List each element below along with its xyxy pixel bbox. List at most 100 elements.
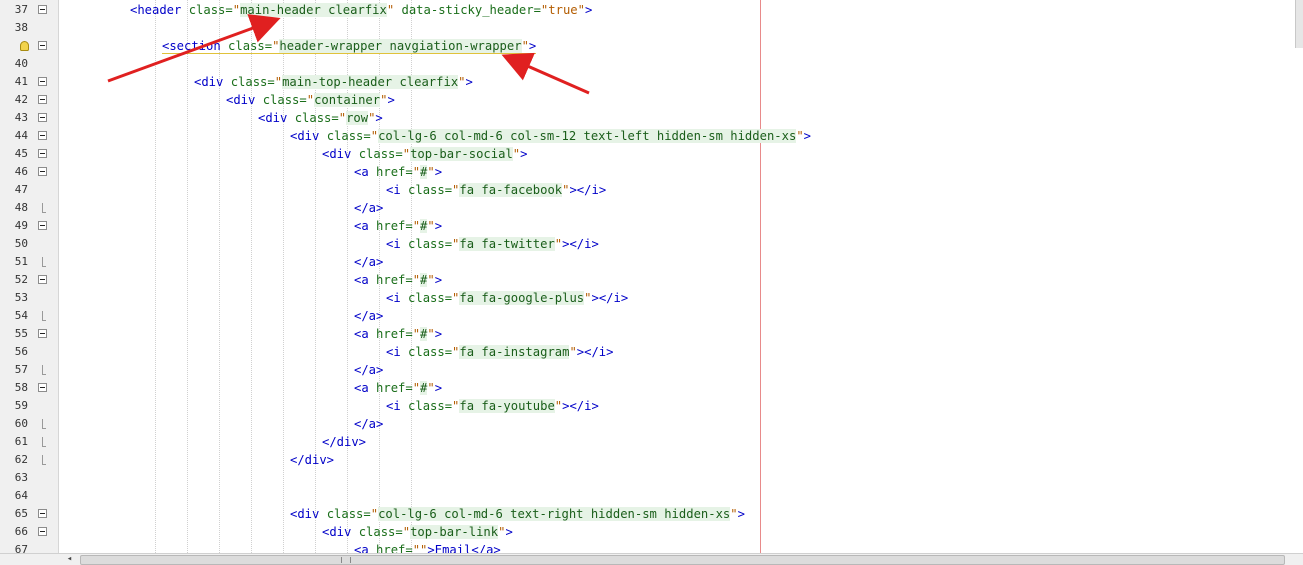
code-line[interactable]: </a>	[354, 415, 383, 433]
code-line[interactable]: <div class="row">	[258, 109, 383, 127]
attribute-token: class=	[408, 399, 453, 413]
line-number: 54	[14, 309, 28, 322]
code-line[interactable]: <section class="header-wrapper navgiatio…	[162, 37, 537, 55]
attribute-token: class=	[358, 525, 403, 539]
code-line[interactable]: <a href="#">	[354, 217, 442, 235]
horizontal-scrollbar[interactable]: ◂	[0, 553, 1303, 565]
gutter-row: 46	[0, 163, 58, 181]
vertical-scrollbar[interactable]	[1295, 0, 1303, 48]
line-number: 55	[14, 327, 28, 340]
code-line[interactable]: <header class="main-header clearfix" dat…	[130, 1, 592, 19]
fold-collapse-icon[interactable]	[38, 167, 47, 176]
code-line[interactable]: <div class="top-bar-social">	[322, 145, 527, 163]
code-line[interactable]: <a href="#">	[354, 271, 442, 289]
tag-token: >	[584, 3, 593, 17]
fold-collapse-icon[interactable]	[38, 275, 47, 284]
tag-token: <div	[322, 147, 359, 161]
gutter-row: 65	[0, 505, 58, 523]
lightbulb-hint-icon[interactable]	[20, 41, 29, 51]
fold-collapse-icon[interactable]	[38, 131, 47, 140]
tag-token: >	[434, 273, 443, 287]
code-line[interactable]: <a href="#">	[354, 379, 442, 397]
gutter-row: 53	[0, 289, 58, 307]
attribute-value: "#"	[412, 327, 435, 341]
code-line[interactable]: <a href="#">	[354, 163, 442, 181]
fold-collapse-icon[interactable]	[38, 527, 47, 536]
tag-token: <div	[258, 111, 295, 125]
attribute-value: "fa fa-instagram"	[452, 345, 577, 359]
code-line[interactable]: <div class="top-bar-link">	[322, 523, 513, 541]
code-line[interactable]: <i class="fa fa-twitter"></i>	[386, 235, 599, 253]
tag-token: <i	[386, 183, 409, 197]
fold-collapse-icon[interactable]	[38, 329, 47, 338]
right-margin-line	[760, 0, 761, 553]
code-line[interactable]: <i class="fa fa-instagram"></i>	[386, 343, 613, 361]
code-line[interactable]: <i class="fa fa-youtube"></i>	[386, 397, 599, 415]
fold-collapse-icon[interactable]	[38, 383, 47, 392]
code-line[interactable]: <i class="fa fa-google-plus"></i>	[386, 289, 628, 307]
tag-token: >	[520, 147, 528, 161]
line-number: 59	[14, 399, 28, 412]
line-number: 67	[14, 543, 28, 553]
tag-token: </a>	[354, 255, 384, 269]
fold-collapse-icon[interactable]	[38, 5, 47, 14]
attribute-value: "container"	[306, 93, 388, 107]
gutter-row: 61	[0, 433, 58, 451]
code-line[interactable]: <a href="">Email</a>	[354, 541, 501, 553]
gutter-row: 67	[0, 541, 58, 553]
tag-token: <header	[130, 3, 189, 17]
line-number: 65	[14, 507, 28, 520]
tag-token: <a	[354, 327, 377, 341]
code-line[interactable]: <div class="container">	[226, 91, 395, 109]
code-line[interactable]: </a>	[354, 253, 383, 271]
attribute-token: class=	[230, 75, 275, 89]
fold-collapse-icon[interactable]	[38, 77, 47, 86]
line-number: 53	[14, 291, 28, 304]
tag-token: >	[465, 75, 473, 89]
fold-collapse-icon[interactable]	[38, 41, 47, 50]
line-number: 57	[14, 363, 28, 376]
line-number: 43	[14, 111, 28, 124]
attribute-value: "main-header clearfix"	[232, 3, 395, 17]
gutter-row: 40	[0, 55, 58, 73]
attribute-token: class=	[408, 345, 453, 359]
code-line[interactable]: <a href="#">	[354, 325, 442, 343]
fold-collapse-icon[interactable]	[38, 113, 47, 122]
line-number: 37	[14, 3, 28, 16]
line-number: 47	[14, 183, 28, 196]
fold-collapse-icon[interactable]	[38, 149, 47, 158]
line-number: 44	[14, 129, 28, 142]
scroll-left-icon[interactable]: ◂	[64, 554, 75, 565]
gutter-row: 55	[0, 325, 58, 343]
line-number: 60	[14, 417, 28, 430]
attribute-value: "col-lg-6 col-md-6 col-sm-12 text-left h…	[370, 129, 804, 143]
fold-collapse-icon[interactable]	[38, 509, 47, 518]
line-number: 51	[14, 255, 28, 268]
fold-collapse-icon[interactable]	[38, 221, 47, 230]
attribute-token: href=	[376, 381, 413, 395]
attribute-token: class=	[262, 93, 307, 107]
code-line[interactable]: </div>	[322, 433, 366, 451]
tag-token: </a>	[354, 363, 384, 377]
attribute-token: data-sticky_header=	[394, 3, 541, 17]
code-line[interactable]: <div class="col-lg-6 col-md-6 text-right…	[290, 505, 745, 523]
gutter-row: 50	[0, 235, 58, 253]
code-line[interactable]: </div>	[290, 451, 334, 469]
code-line[interactable]: <div class="col-lg-6 col-md-6 col-sm-12 …	[290, 127, 811, 145]
scroll-grip-icon	[341, 557, 351, 563]
code-line[interactable]: <div class="main-top-header clearfix">	[194, 73, 473, 91]
line-number: 42	[14, 93, 28, 106]
attribute-value: "row"	[338, 111, 376, 125]
attribute-token: href=	[376, 219, 413, 233]
code-line[interactable]: </a>	[354, 361, 383, 379]
fold-collapse-icon[interactable]	[38, 95, 47, 104]
code-editor[interactable]: 37 38 40 41 42 43 44 45 46 47 48 49 50 51 52 53 54 55 56 57…	[0, 0, 1303, 565]
gutter-row: 45	[0, 145, 58, 163]
tag-token: <a	[354, 165, 377, 179]
code-line[interactable]: </a>	[354, 307, 383, 325]
code-text-area[interactable]: <header class= "main-header clearfix" dat…	[59, 0, 1303, 553]
gutter-row: 63	[0, 469, 58, 487]
code-line[interactable]: <i class="fa fa-facebook"></i>	[386, 181, 606, 199]
code-line[interactable]: </a>	[354, 199, 383, 217]
attribute-value: "fa fa-facebook"	[452, 183, 570, 197]
